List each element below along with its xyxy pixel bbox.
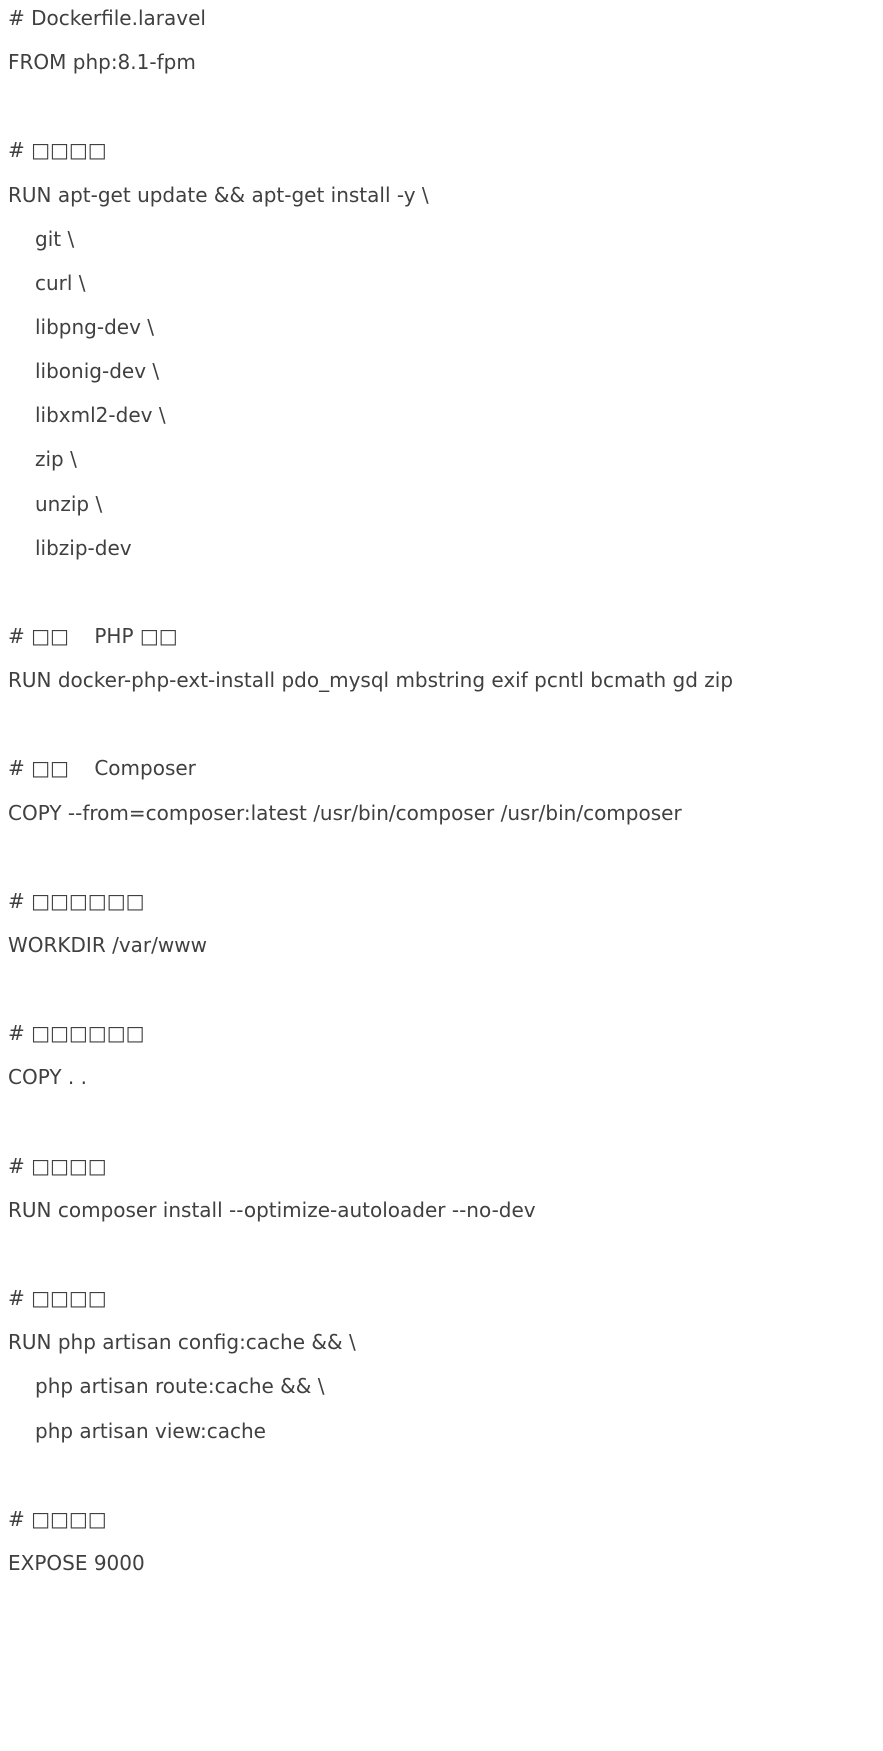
code-line: libzip-dev <box>35 535 132 560</box>
code-line: # □□□□ <box>8 1506 107 1531</box>
code-line: # □□□□ <box>8 138 107 163</box>
code-line: # □□ PHP □□ <box>8 623 178 648</box>
code-line: zip \ <box>35 447 77 472</box>
code-line: # □□□□□□ <box>8 1021 145 1046</box>
code-line: EXPOSE 9000 <box>8 1550 145 1575</box>
code-line: FROM php:8.1-fpm <box>8 50 196 75</box>
code-line: COPY --from=composer:latest /usr/bin/com… <box>8 800 682 825</box>
code-line: RUN apt-get update && apt-get install -y… <box>8 182 429 207</box>
code-line: RUN composer install --optimize-autoload… <box>8 1197 536 1222</box>
code-line: libxml2-dev \ <box>35 403 166 428</box>
code-line: WORKDIR /var/www <box>8 932 207 957</box>
code-line: COPY . . <box>8 1065 87 1090</box>
code-line: php artisan route:cache && \ <box>35 1374 325 1399</box>
code-line: # □□□□ <box>8 1286 107 1311</box>
code-line: git \ <box>35 226 75 251</box>
code-line: # □□ Composer <box>8 756 196 781</box>
code-line: libpng-dev \ <box>35 314 155 339</box>
code-line: # □□□□ <box>8 1153 107 1178</box>
code-line: libonig-dev \ <box>35 359 160 384</box>
code-line: # □□□□□□ <box>8 888 145 913</box>
code-line: unzip \ <box>35 491 103 516</box>
code-line: php artisan view:cache <box>35 1418 266 1443</box>
code-line: RUN docker-php-ext-install pdo_mysql mbs… <box>8 668 734 693</box>
code-line: # Dockerfile.laravel <box>8 6 206 30</box>
dockerfile-text: # Dockerfile.laravel FROM php:8.1-fpm # □□… <box>8 6 733 1595</box>
code-line: RUN php artisan config:cache && \ <box>8 1330 356 1355</box>
code-line: curl \ <box>35 270 86 295</box>
